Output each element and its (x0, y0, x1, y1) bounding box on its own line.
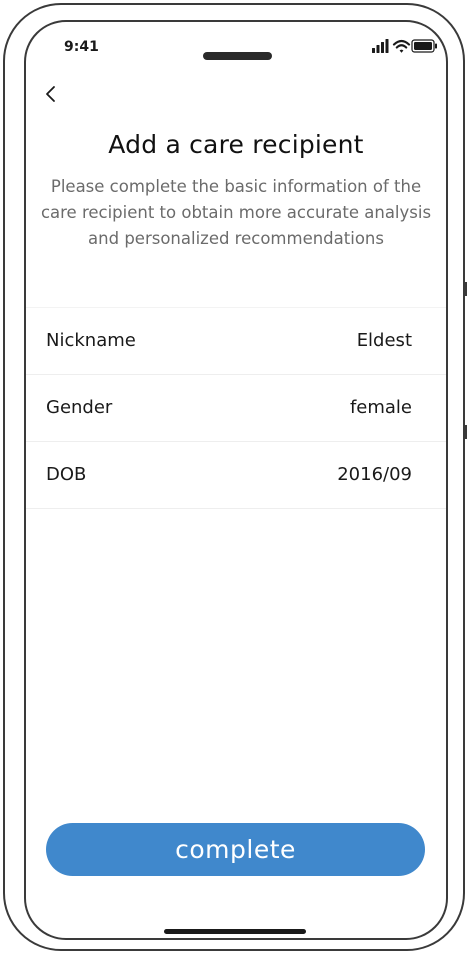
back-button[interactable] (40, 82, 64, 106)
gender-label: Gender (46, 397, 113, 418)
form-row-nickname[interactable]: Nickname Eldest (26, 307, 446, 375)
status-time: 9:41 (64, 39, 99, 55)
speaker-notch (203, 52, 272, 60)
dob-value[interactable]: 2016/09 (337, 464, 412, 485)
status-icons (370, 37, 440, 55)
nickname-label: Nickname (46, 330, 136, 351)
side-button-mark (465, 282, 467, 296)
form-row-gender[interactable]: Gender female (26, 375, 446, 442)
page-subtitle: Please complete the basic information of… (40, 177, 432, 248)
wifi-icon (392, 39, 411, 53)
care-recipient-form: Nickname Eldest Gender female DOB 2016/0… (26, 307, 446, 509)
page-title: Add a care recipient (108, 130, 364, 159)
nickname-value[interactable]: Eldest (357, 330, 412, 351)
gender-value[interactable]: female (350, 397, 412, 418)
cellular-signal-icon (372, 39, 389, 53)
form-row-dob[interactable]: DOB 2016/09 (26, 442, 446, 509)
home-indicator[interactable] (164, 929, 306, 934)
chevron-left-icon (46, 86, 55, 102)
side-button-mark (465, 425, 467, 439)
complete-button[interactable]: complete (46, 823, 425, 876)
battery-icon (411, 39, 437, 53)
dob-label: DOB (46, 464, 87, 485)
